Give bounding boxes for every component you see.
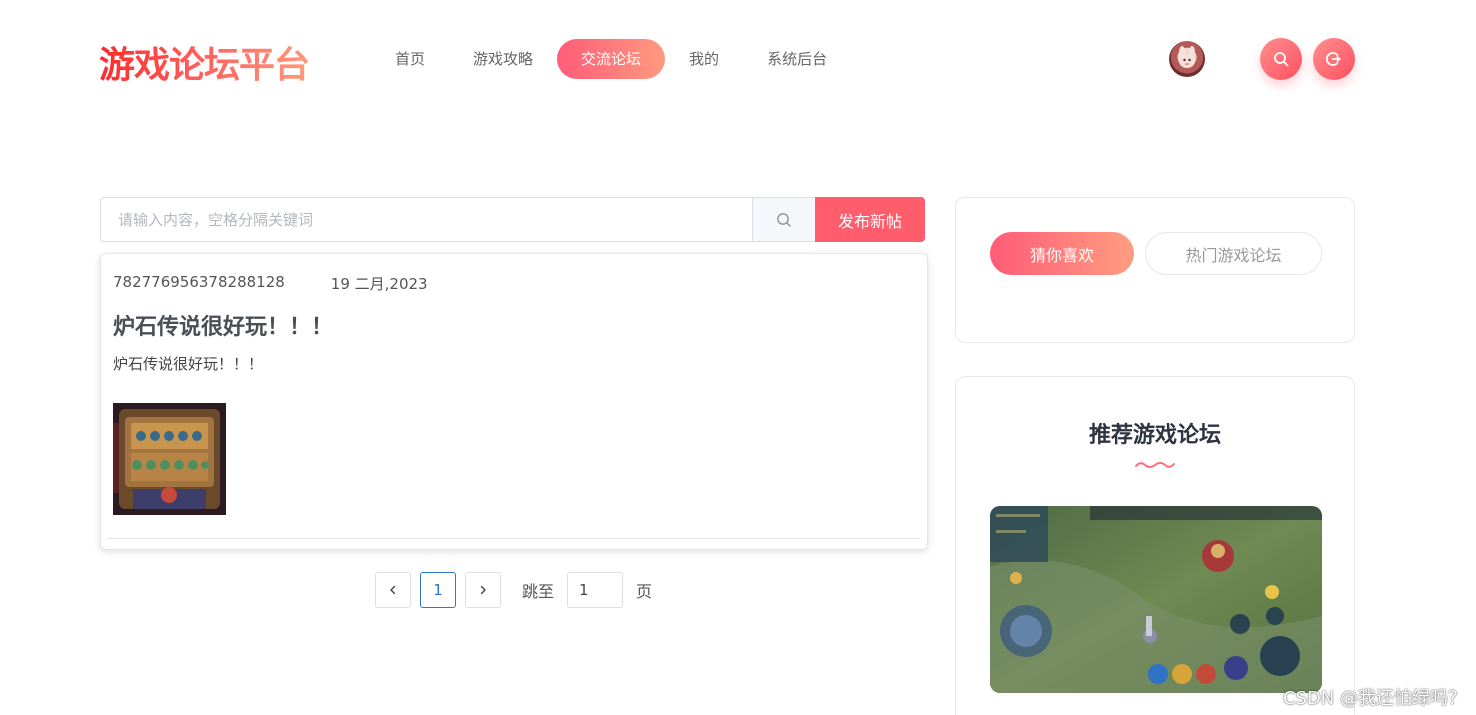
chevron-left-icon — [390, 585, 396, 595]
recommend-panel: 推荐游戏论坛 — [955, 376, 1355, 715]
recommend-forum-screenshot — [990, 506, 1322, 693]
search-submit-button[interactable] — [752, 197, 816, 242]
page-number-current[interactable]: 1 — [420, 572, 456, 608]
prev-page-button[interactable] — [375, 572, 411, 608]
post-divider — [107, 538, 921, 539]
post-thumbnail[interactable] — [113, 403, 226, 515]
tab-guess-you-like[interactable]: 猜你喜欢 — [990, 232, 1134, 275]
post-date: 19 二月,2023 — [330, 275, 428, 293]
logout-icon — [1326, 52, 1341, 66]
recommend-title: 推荐游戏论坛 — [1088, 423, 1221, 448]
forum-search-bar: 发布新帖 — [100, 197, 926, 242]
nav-item-forum[interactable]: 交流论坛 — [557, 39, 666, 79]
post-card[interactable]: 782776956378288128 19 二月,2023 炉石传说很好玩！！！… — [100, 253, 928, 550]
jump-label: 跳至 — [522, 582, 555, 601]
page-suffix-label: 页 — [636, 582, 653, 601]
search-icon — [1274, 52, 1289, 67]
pagination: 1 跳至 1 页 — [375, 572, 652, 608]
search-icon — [777, 212, 791, 227]
main-nav: 首页 游戏攻略 交流论坛 我的 系统后台 — [371, 39, 851, 79]
post-author-id: 782776956378288128 — [113, 273, 285, 291]
nav-item-home[interactable]: 首页 — [371, 39, 449, 79]
publish-post-button[interactable]: 发布新帖 — [815, 197, 925, 242]
jump-page-input[interactable]: 1 — [567, 572, 624, 608]
user-avatar[interactable] — [1169, 41, 1205, 77]
nav-item-admin[interactable]: 系统后台 — [743, 39, 851, 79]
nav-item-mine[interactable]: 我的 — [665, 39, 743, 79]
chevron-right-icon — [480, 585, 486, 595]
nav-item-guides[interactable]: 游戏攻略 — [449, 39, 557, 79]
sidebar-tabs-panel: 猜你喜欢 热门游戏论坛 — [955, 197, 1355, 343]
post-thumbnail-image — [113, 403, 226, 515]
header-search-button[interactable] — [1260, 38, 1302, 80]
tab-hot-game-forums[interactable]: 热门游戏论坛 — [1145, 232, 1322, 275]
recommend-forum-image[interactable] — [990, 506, 1322, 693]
post-title[interactable]: 炉石传说很好玩！！！ — [113, 309, 333, 341]
search-input[interactable] — [100, 197, 752, 242]
csdn-watermark: CSDN @我还怕绿吗？ — [1282, 688, 1466, 709]
avatar-illustration — [1179, 46, 1195, 68]
wave-divider-icon — [1135, 462, 1175, 468]
site-logo[interactable]: 游戏论坛平台 — [99, 36, 310, 88]
post-meta: 782776956378288128 19 二月,2023 — [113, 273, 428, 294]
next-page-button[interactable] — [465, 572, 501, 608]
post-content: 炉石传说很好玩！！！ — [113, 355, 264, 373]
logout-button[interactable] — [1313, 38, 1355, 80]
